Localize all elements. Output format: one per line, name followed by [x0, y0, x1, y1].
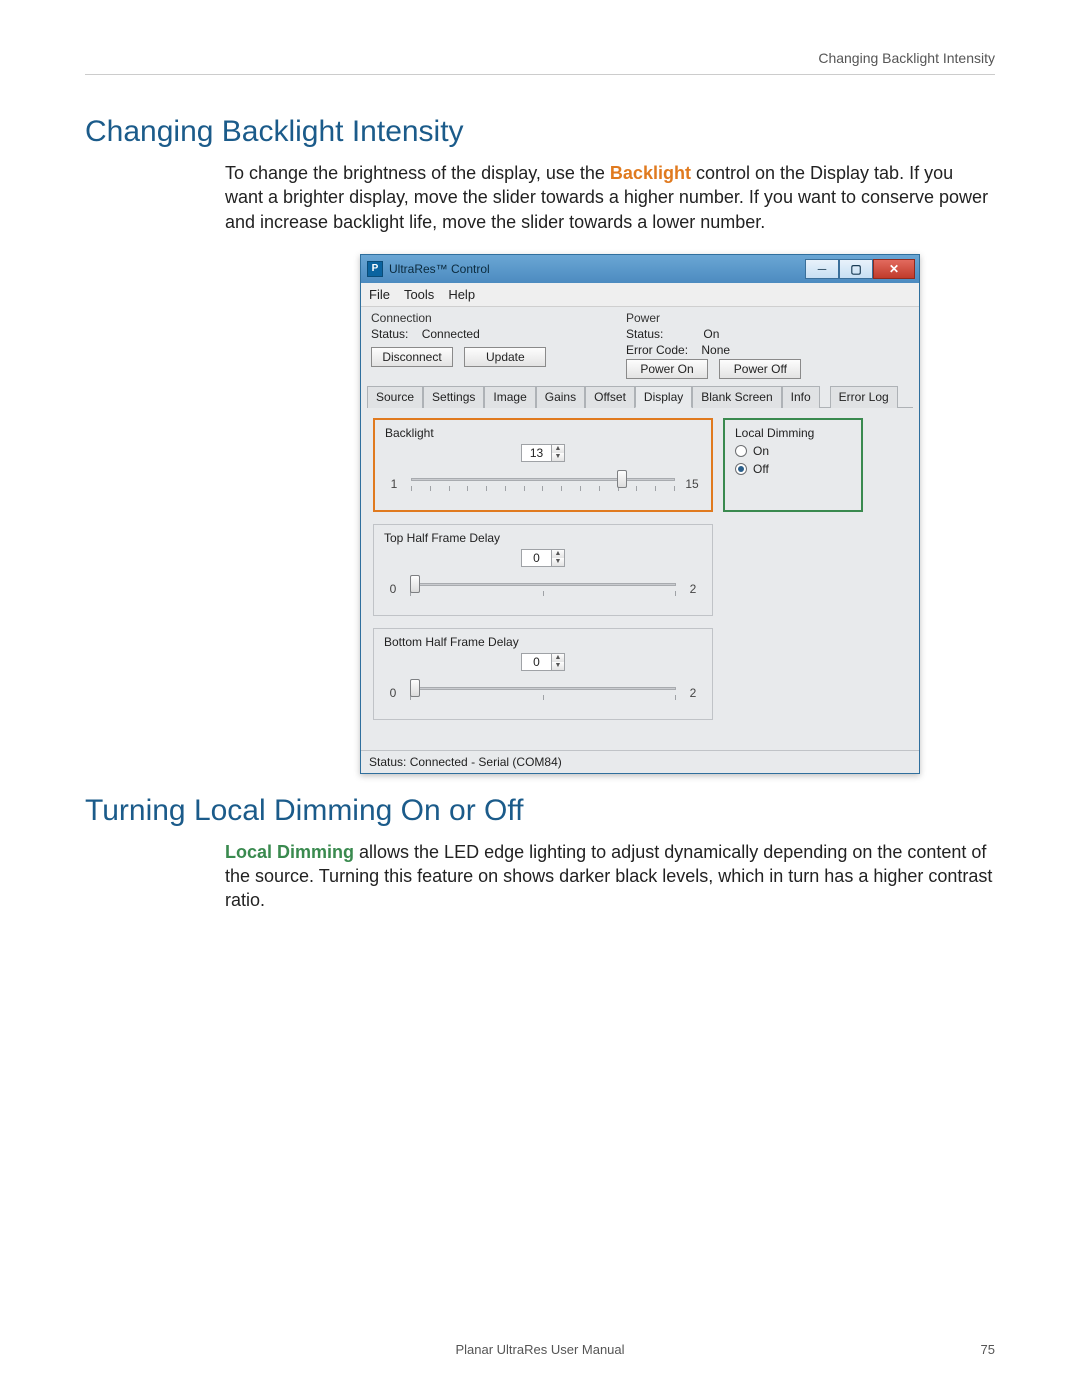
paragraph-local-dimming: Local Dimming allows the LED edge lighti… — [85, 840, 995, 913]
para2-highlight-local-dimming: Local Dimming — [225, 842, 354, 862]
top-delay-min: 0 — [384, 582, 402, 596]
connection-status-value: Connected — [422, 327, 480, 341]
local-dimming-legend: Local Dimming — [735, 426, 851, 440]
tab-gains[interactable]: Gains — [536, 386, 585, 408]
radio-on[interactable] — [735, 445, 747, 457]
bottom-delay-value: 0 — [522, 654, 551, 670]
power-heading: Power — [626, 311, 809, 325]
bottom-half-frame-delay-group: Bottom Half Frame Delay 0 ▲ ▼ 0 — [373, 628, 713, 720]
tab-source[interactable]: Source — [367, 386, 423, 408]
power-on-button[interactable]: Power On — [626, 359, 708, 379]
top-delay-spinner-down[interactable]: ▼ — [552, 558, 564, 566]
heading-changing-backlight: Changing Backlight Intensity — [85, 115, 995, 149]
tab-image[interactable]: Image — [484, 386, 535, 408]
maximize-button[interactable]: ▢ — [839, 259, 873, 279]
maximize-icon: ▢ — [850, 262, 861, 276]
bottom-delay-spinner-up[interactable]: ▲ — [552, 654, 564, 662]
menubar: File Tools Help — [361, 283, 919, 307]
para1-pre: To change the brightness of the display,… — [225, 163, 610, 183]
tab-body-display: Backlight 13 ▲ ▼ 1 — [361, 408, 919, 750]
minimize-icon: ─ — [818, 262, 827, 276]
tab-offset[interactable]: Offset — [585, 386, 635, 408]
tab-info[interactable]: Info — [782, 386, 820, 408]
backlight-max: 15 — [683, 477, 701, 491]
power-status-value: On — [703, 327, 719, 341]
connection-heading: Connection — [371, 311, 586, 325]
radio-off-label: Off — [753, 462, 769, 476]
top-delay-max: 2 — [684, 582, 702, 596]
titlebar[interactable]: P UltraRes™ Control ─ ▢ ✕ — [361, 255, 919, 283]
connection-status-label: Status: — [371, 327, 408, 341]
backlight-slider[interactable]: 1 15 — [385, 472, 701, 496]
radio-off[interactable] — [735, 463, 747, 475]
top-delay-spinner[interactable]: 0 ▲ ▼ — [521, 549, 565, 567]
top-half-frame-delay-group: Top Half Frame Delay 0 ▲ ▼ 0 — [373, 524, 713, 616]
tab-error-log[interactable]: Error Log — [830, 386, 898, 408]
menu-tools[interactable]: Tools — [404, 287, 434, 302]
close-icon: ✕ — [889, 262, 899, 276]
disconnect-button[interactable]: Disconnect — [371, 347, 453, 367]
top-delay-legend: Top Half Frame Delay — [384, 531, 702, 545]
para1-highlight-backlight: Backlight — [610, 163, 691, 183]
heading-local-dimming: Turning Local Dimming On or Off — [85, 794, 995, 828]
tab-settings[interactable]: Settings — [423, 386, 484, 408]
backlight-min: 1 — [385, 477, 403, 491]
backlight-slider-thumb[interactable] — [617, 470, 627, 488]
local-dimming-on-row[interactable]: On — [735, 444, 851, 458]
top-delay-slider[interactable]: 0 2 — [384, 577, 702, 601]
bottom-delay-spinner-down[interactable]: ▼ — [552, 662, 564, 670]
top-delay-value: 0 — [522, 550, 551, 566]
top-delay-spinner-up[interactable]: ▲ — [552, 550, 564, 558]
tab-display[interactable]: Display — [635, 386, 692, 408]
backlight-value: 13 — [522, 445, 551, 461]
bottom-delay-max: 2 — [684, 686, 702, 700]
bottom-delay-legend: Bottom Half Frame Delay — [384, 635, 702, 649]
top-area: Connection Status: Connected Disconnect … — [361, 307, 919, 385]
menu-help[interactable]: Help — [448, 287, 475, 302]
local-dimming-group: Local Dimming On Off — [723, 418, 863, 512]
running-header: Changing Backlight Intensity — [85, 50, 995, 75]
power-error-value: None — [701, 343, 730, 357]
statusbar: Status: Connected - Serial (COM84) — [361, 750, 919, 773]
top-delay-slider-thumb[interactable] — [410, 575, 420, 593]
bottom-delay-slider[interactable]: 0 2 — [384, 681, 702, 705]
window-title: UltraRes™ Control — [389, 262, 490, 276]
backlight-spinner-down[interactable]: ▼ — [552, 453, 564, 461]
backlight-spinner-up[interactable]: ▲ — [552, 445, 564, 453]
close-button[interactable]: ✕ — [873, 259, 915, 279]
power-status-label: Status: — [626, 327, 663, 341]
backlight-spinner[interactable]: 13 ▲ ▼ — [521, 444, 565, 462]
page-number: 75 — [981, 1342, 995, 1357]
footer-center: Planar UltraRes User Manual — [0, 1342, 1080, 1357]
tab-blank-screen[interactable]: Blank Screen — [692, 386, 781, 408]
minimize-button[interactable]: ─ — [805, 259, 839, 279]
power-error-label: Error Code: — [626, 343, 688, 357]
power-off-button[interactable]: Power Off — [719, 359, 801, 379]
ultrares-window: P UltraRes™ Control ─ ▢ ✕ File Tools Hel… — [360, 254, 920, 774]
backlight-group: Backlight 13 ▲ ▼ 1 — [373, 418, 713, 512]
radio-on-label: On — [753, 444, 769, 458]
update-button[interactable]: Update — [464, 347, 546, 367]
backlight-legend: Backlight — [385, 426, 701, 440]
app-icon: P — [367, 261, 383, 277]
tab-strip: Source Settings Image Gains Offset Displ… — [367, 385, 913, 408]
bottom-delay-spinner[interactable]: 0 ▲ ▼ — [521, 653, 565, 671]
menu-file[interactable]: File — [369, 287, 390, 302]
local-dimming-off-row[interactable]: Off — [735, 462, 851, 476]
paragraph-backlight: To change the brightness of the display,… — [85, 161, 995, 234]
bottom-delay-slider-thumb[interactable] — [410, 679, 420, 697]
bottom-delay-min: 0 — [384, 686, 402, 700]
